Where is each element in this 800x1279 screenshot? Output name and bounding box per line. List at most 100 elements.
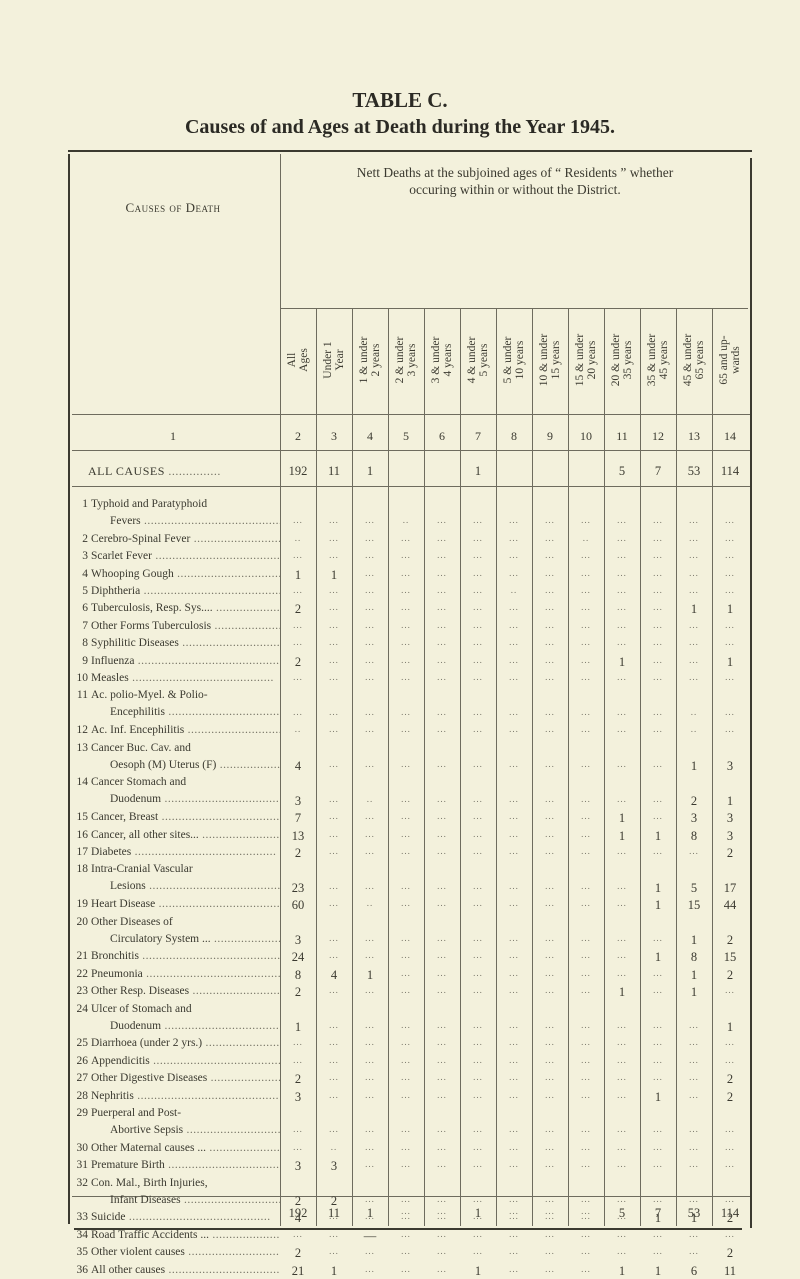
table-cell: ...: [329, 532, 339, 543]
table-cell: ...: [509, 515, 519, 526]
cause-text: Syphilitic Diseases: [91, 637, 179, 650]
table-cell: 1: [654, 950, 662, 965]
table-cell: ...: [545, 1228, 555, 1239]
table-cell: ...: [401, 828, 411, 839]
table-cell: ...: [509, 550, 519, 561]
table-cell: ...: [509, 1072, 519, 1083]
cause-label-24: 24 Ulcer of Stomach and Duodenum .........…: [74, 1001, 281, 1035]
table-cell: 2: [726, 846, 734, 860]
cause-text: Cancer Stomach and: [91, 776, 187, 789]
table-cell: 21: [291, 1263, 305, 1278]
table-cell: ...: [653, 724, 663, 735]
table-cell: ...: [545, 1124, 555, 1135]
table-cell: 3: [726, 828, 734, 843]
table-cell: ...: [653, 967, 663, 978]
table-cell: ...: [329, 706, 339, 717]
right-border: [750, 158, 752, 1228]
table-cell: 8: [690, 950, 698, 965]
table-cell: ...: [581, 1141, 591, 1152]
leader-dots: ........................................…: [187, 724, 280, 737]
table-cell: ...: [617, 585, 627, 595]
table-cell: ...: [401, 619, 411, 630]
table-cell: ...: [509, 532, 519, 543]
table-cell: ...: [401, 567, 411, 578]
cause-label-31: 31 Premature Birth ......................…: [74, 1157, 281, 1174]
table-cell: ...: [545, 532, 555, 543]
cause-text: Diabetes: [91, 846, 132, 858]
cause-text: Lesions: [110, 880, 146, 893]
table-cell: ...: [617, 706, 627, 717]
table-cell: ...: [509, 793, 519, 804]
column-number-rule: [72, 450, 750, 451]
table-cell: ...: [509, 1159, 519, 1170]
cause-line: 5 Diphtheria ............................…: [74, 583, 280, 600]
cause-text: Influenza: [91, 654, 135, 667]
table-cell: ...: [689, 532, 699, 543]
age-group-header: Nett Deaths at the subjoined ages of “ R…: [280, 164, 750, 198]
column-header-text: 20 & under 35 years: [610, 333, 634, 387]
table-cell: 1: [366, 967, 374, 982]
cause-line: 16 Cancer, all other sites... ...........…: [74, 827, 281, 844]
cause-text: Other Digestive Diseases: [91, 1072, 208, 1085]
cause-line: 12 Ac. Inf. Encephilitis ................…: [74, 722, 281, 739]
table-cell: 17: [723, 880, 737, 895]
cause-line: 17 Diabetes .............................…: [74, 844, 280, 861]
table-cell: ...: [617, 567, 627, 578]
table-cell: ...: [581, 1054, 591, 1065]
cause-number: 21: [76, 950, 89, 963]
table-cell: ...: [653, 515, 663, 526]
table-cell: ...: [545, 811, 555, 822]
table-cell: 1: [690, 967, 698, 982]
table-cell: ...: [401, 1020, 411, 1030]
cause-number: 2: [82, 532, 88, 545]
cause-line: 6 Tuberculosis, Resp. Sys.... ...........…: [74, 600, 280, 617]
table-cell: ...: [473, 985, 483, 996]
cause-text: Diarrhoea (under 2 yrs.): [91, 1037, 203, 1050]
table-cell: ...: [689, 1037, 699, 1048]
table-cell: ...: [725, 567, 735, 578]
cause-line: 4 Whooping Gough ........................…: [74, 566, 280, 583]
table-cell: 2: [294, 846, 302, 860]
table-cell: ...: [401, 1054, 411, 1065]
cause-label-22: 22 Pneumonia ............................…: [74, 966, 281, 983]
table-cell: 1: [654, 828, 662, 843]
table-cell: ...: [617, 550, 627, 561]
cause-text: Premature Birth: [91, 1159, 165, 1172]
table-cell: 1: [618, 985, 626, 1000]
table-cell: ...: [689, 1246, 699, 1257]
table-cell: ...: [401, 950, 411, 961]
table-cell: ...: [365, 880, 375, 891]
column-header: All Ages: [280, 308, 316, 412]
leader-dots: ........................................…: [177, 567, 280, 580]
column-number: 9: [547, 429, 553, 443]
leader-dots: ........................................…: [168, 1159, 280, 1172]
table-cell: ...: [509, 1089, 519, 1100]
table-cell: ...: [725, 724, 735, 735]
causes-of-death-header: Causes of Death: [125, 200, 221, 215]
cause-label-19: 19 Heart Disease ........................…: [74, 896, 281, 913]
cause-text: Encephilitis: [110, 706, 165, 719]
leader-dots: ........................................…: [214, 932, 280, 945]
cause-label-13: 13 Cancer Buc. Cav. and Oesoph (M) Uterus …: [74, 740, 281, 774]
column-header-text: 2 & under 3 years: [394, 336, 418, 384]
table-cell: ...: [581, 811, 591, 822]
cause-line: 31 Premature Birth ......................…: [74, 1157, 281, 1174]
cause-label-35: 35 Other violent causes .................…: [74, 1244, 281, 1261]
table-cell: ...: [509, 706, 519, 717]
totals-cell: ...: [509, 1206, 519, 1216]
table-cell: ...: [617, 602, 627, 613]
cause-text: Duodenum: [110, 793, 162, 806]
table-cell: ...: [401, 967, 411, 978]
table-cell: ...: [653, 1228, 663, 1239]
cause-label-34: 34 Road Traffic Accidents ... ...........…: [74, 1227, 281, 1244]
table-cell: ...: [725, 1194, 735, 1204]
column-header-text: All Ages: [286, 348, 310, 372]
cause-label-36: 36 All other causes .....................…: [74, 1262, 281, 1279]
column-number: 14: [724, 429, 736, 443]
table-cell: 1: [690, 933, 698, 947]
leader-dots: ...............: [168, 464, 221, 478]
table-cell: 3: [294, 793, 302, 808]
leader-dots: ........................................…: [209, 1141, 280, 1154]
table-cell: 1: [474, 1263, 482, 1278]
table-cell: ...: [437, 1037, 447, 1048]
